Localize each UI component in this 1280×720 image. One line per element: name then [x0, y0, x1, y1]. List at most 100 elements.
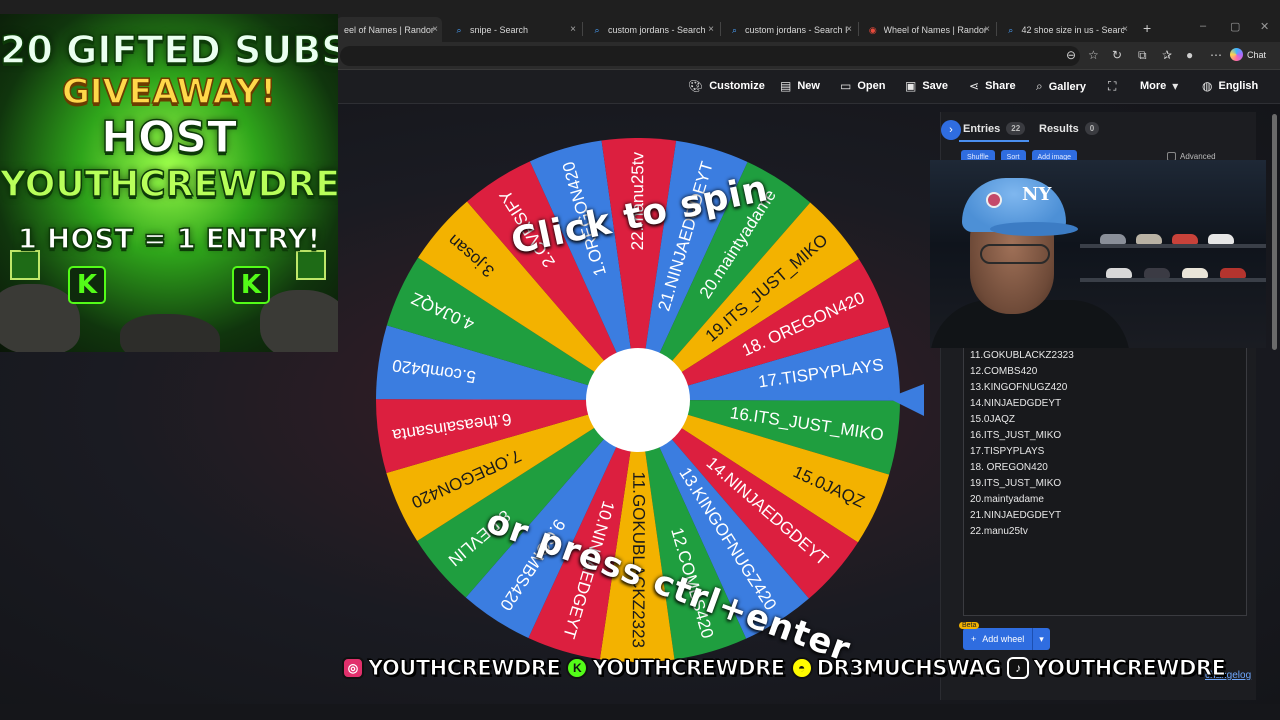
language-button[interactable]: ◍ English — [1202, 79, 1258, 93]
scrollbar-thumb[interactable] — [1272, 114, 1277, 350]
shoe — [1136, 234, 1162, 244]
plus-icon: + — [971, 634, 977, 644]
close-icon[interactable]: × — [432, 24, 438, 35]
customize-button[interactable]: 🎨︎ Customize — [688, 79, 765, 93]
language-label: English — [1218, 80, 1259, 92]
chat-button[interactable]: Chat — [1230, 48, 1266, 61]
folder-icon: ▭ — [840, 79, 852, 93]
shoe — [1208, 234, 1234, 244]
add-wheel-main[interactable]: + Add wheel — [963, 628, 1034, 650]
refresh-icon[interactable]: ↻ — [1112, 48, 1122, 62]
more-menu-button[interactable]: More ▾ — [1140, 79, 1178, 93]
wheel-hub[interactable] — [586, 348, 690, 452]
shoe — [1100, 234, 1126, 244]
close-icon[interactable]: × — [708, 24, 714, 35]
list-item: 13.KINGOFNUGZ420 — [970, 382, 1068, 393]
shoe — [1220, 268, 1246, 278]
shelf — [1080, 244, 1266, 248]
list-item: 16.ITS_JUST_MIKO — [970, 430, 1062, 441]
host-name: YOUTHCREWDRE — [0, 163, 338, 206]
profile-icon[interactable]: ● — [1186, 48, 1193, 62]
maximize-icon[interactable]: ▢ — [1230, 20, 1240, 33]
tab-title: Wheel of Names | Random — [883, 24, 987, 35]
close-icon[interactable]: × — [984, 24, 990, 35]
minimize-icon[interactable]: – — [1200, 20, 1206, 32]
page-scrollbar[interactable] — [1272, 104, 1277, 704]
more-label: More — [1140, 80, 1167, 92]
favorite-star-icon[interactable]: ☆ — [1088, 48, 1099, 62]
list-item: 21.NINJAEDGDEYT — [970, 510, 1062, 521]
wheel-pointer-icon — [888, 384, 924, 416]
entries-textarea[interactable]: 11.GOKUBLACKZ2323 12.COMBS420 13.KINGOFN… — [963, 342, 1247, 616]
shoe — [1172, 234, 1198, 244]
browser-tab[interactable]: ◉ Wheel of Names | Random × — [860, 17, 994, 42]
rose-patch-icon — [986, 192, 1002, 208]
instagram-icon: ◎ — [342, 657, 364, 679]
save-button[interactable]: ▣ Save — [905, 79, 948, 93]
save-icon: ▣ — [905, 79, 917, 93]
chevron-down-icon: ▾ — [1172, 79, 1179, 93]
split-screen-icon[interactable]: ⧉ — [1138, 48, 1147, 63]
fullscreen-icon: ⛶ — [1108, 79, 1117, 93]
social-instagram: ◎ YOUTHCREWDRE — [342, 656, 561, 681]
close-icon[interactable]: × — [846, 24, 852, 35]
favorites-icon[interactable]: ✰ — [1162, 48, 1172, 62]
close-window-icon[interactable]: ✕ — [1260, 20, 1269, 33]
tiktok-icon: ♪ — [1007, 657, 1030, 679]
list-item: 14.NINJAEDGDEYT — [970, 398, 1062, 409]
shoe — [1106, 268, 1132, 278]
browser-tab[interactable]: ⌕ snipe - Search × — [446, 17, 580, 42]
fullscreen-button[interactable]: ⛶ — [1108, 79, 1116, 94]
browser-tab[interactable]: ⌕ 42 shoe size in us - Search × — [998, 17, 1132, 42]
add-wheel-button[interactable]: + Add wheel ▾ — [963, 628, 1050, 650]
close-icon[interactable]: × — [570, 24, 576, 35]
share-button[interactable]: ⋖ Share — [969, 79, 1016, 93]
save-label: Save — [922, 80, 949, 92]
new-button[interactable]: ▤ New — [780, 79, 820, 93]
list-item: 20.maintyadame — [970, 494, 1044, 505]
browser-tab[interactable]: ⌕ custom jordans - Search × — [584, 17, 718, 42]
more-options-icon[interactable]: ⋯ — [1210, 48, 1222, 62]
cap-brim — [990, 222, 1078, 236]
tab-title: custom jordans - Search — [608, 24, 706, 35]
tab-separator — [858, 22, 859, 36]
open-button[interactable]: ▭ Open — [840, 79, 885, 93]
browser-tab[interactable]: eel of Names | Random × — [336, 17, 442, 42]
new-tab-icon[interactable]: + — [1143, 20, 1151, 36]
social-kick: K YOUTHCREWDRE — [566, 656, 786, 681]
collapse-panel-icon[interactable]: › — [941, 120, 961, 140]
gallery-button[interactable]: ⌕ Gallery — [1036, 79, 1086, 94]
chevron-down-icon[interactable]: ▾ — [1033, 634, 1050, 645]
social-handles-bar: ◎ YOUTHCREWDRE K YOUTHCREWDRE ◓ DR3MUCHS… — [342, 652, 1226, 684]
webcam-overlay: NY — [930, 160, 1266, 348]
glasses — [980, 244, 1050, 264]
tab-results[interactable]: Results 0 — [1039, 122, 1100, 135]
open-label: Open — [857, 80, 886, 92]
palette-icon: 🎨︎ — [688, 79, 704, 93]
stream-screen: eel of Names | Random × ⌕ snipe - Search… — [0, 0, 1280, 720]
social-snapchat: ◓ DR3MUCHSWAG — [790, 656, 1002, 681]
reader-icon[interactable]: ⊖ — [1066, 48, 1076, 62]
list-item: 17.TISPYPLAYS — [970, 446, 1045, 457]
shoe — [1182, 268, 1208, 278]
beta-badge: Beta — [959, 622, 980, 629]
rock — [120, 314, 220, 352]
tab-entries[interactable]: Entries 22 — [963, 122, 1026, 135]
search-icon: ⌕ — [456, 24, 462, 35]
shelf — [1080, 278, 1266, 282]
share-icon: ⋖ — [969, 79, 980, 93]
add-wheel-label: Add wheel — [982, 634, 1025, 644]
tab-separator — [996, 22, 997, 36]
browser-tab[interactable]: ⌕ custom jordans - Search Ima × — [722, 17, 856, 42]
instagram-handle: YOUTHCREWDRE — [367, 656, 561, 681]
rock — [260, 290, 338, 352]
customize-label: Customize — [709, 80, 765, 92]
close-icon[interactable]: × — [1122, 24, 1128, 35]
host-label: HOST — [100, 111, 237, 164]
share-label: Share — [985, 80, 1016, 92]
address-bar[interactable] — [340, 46, 1080, 66]
tab-separator — [720, 22, 721, 36]
entries-count-badge: 22 — [1006, 122, 1026, 135]
chat-label: Chat — [1247, 49, 1267, 60]
giveaway-subtitle: GIVEAWAY! — [61, 71, 277, 113]
